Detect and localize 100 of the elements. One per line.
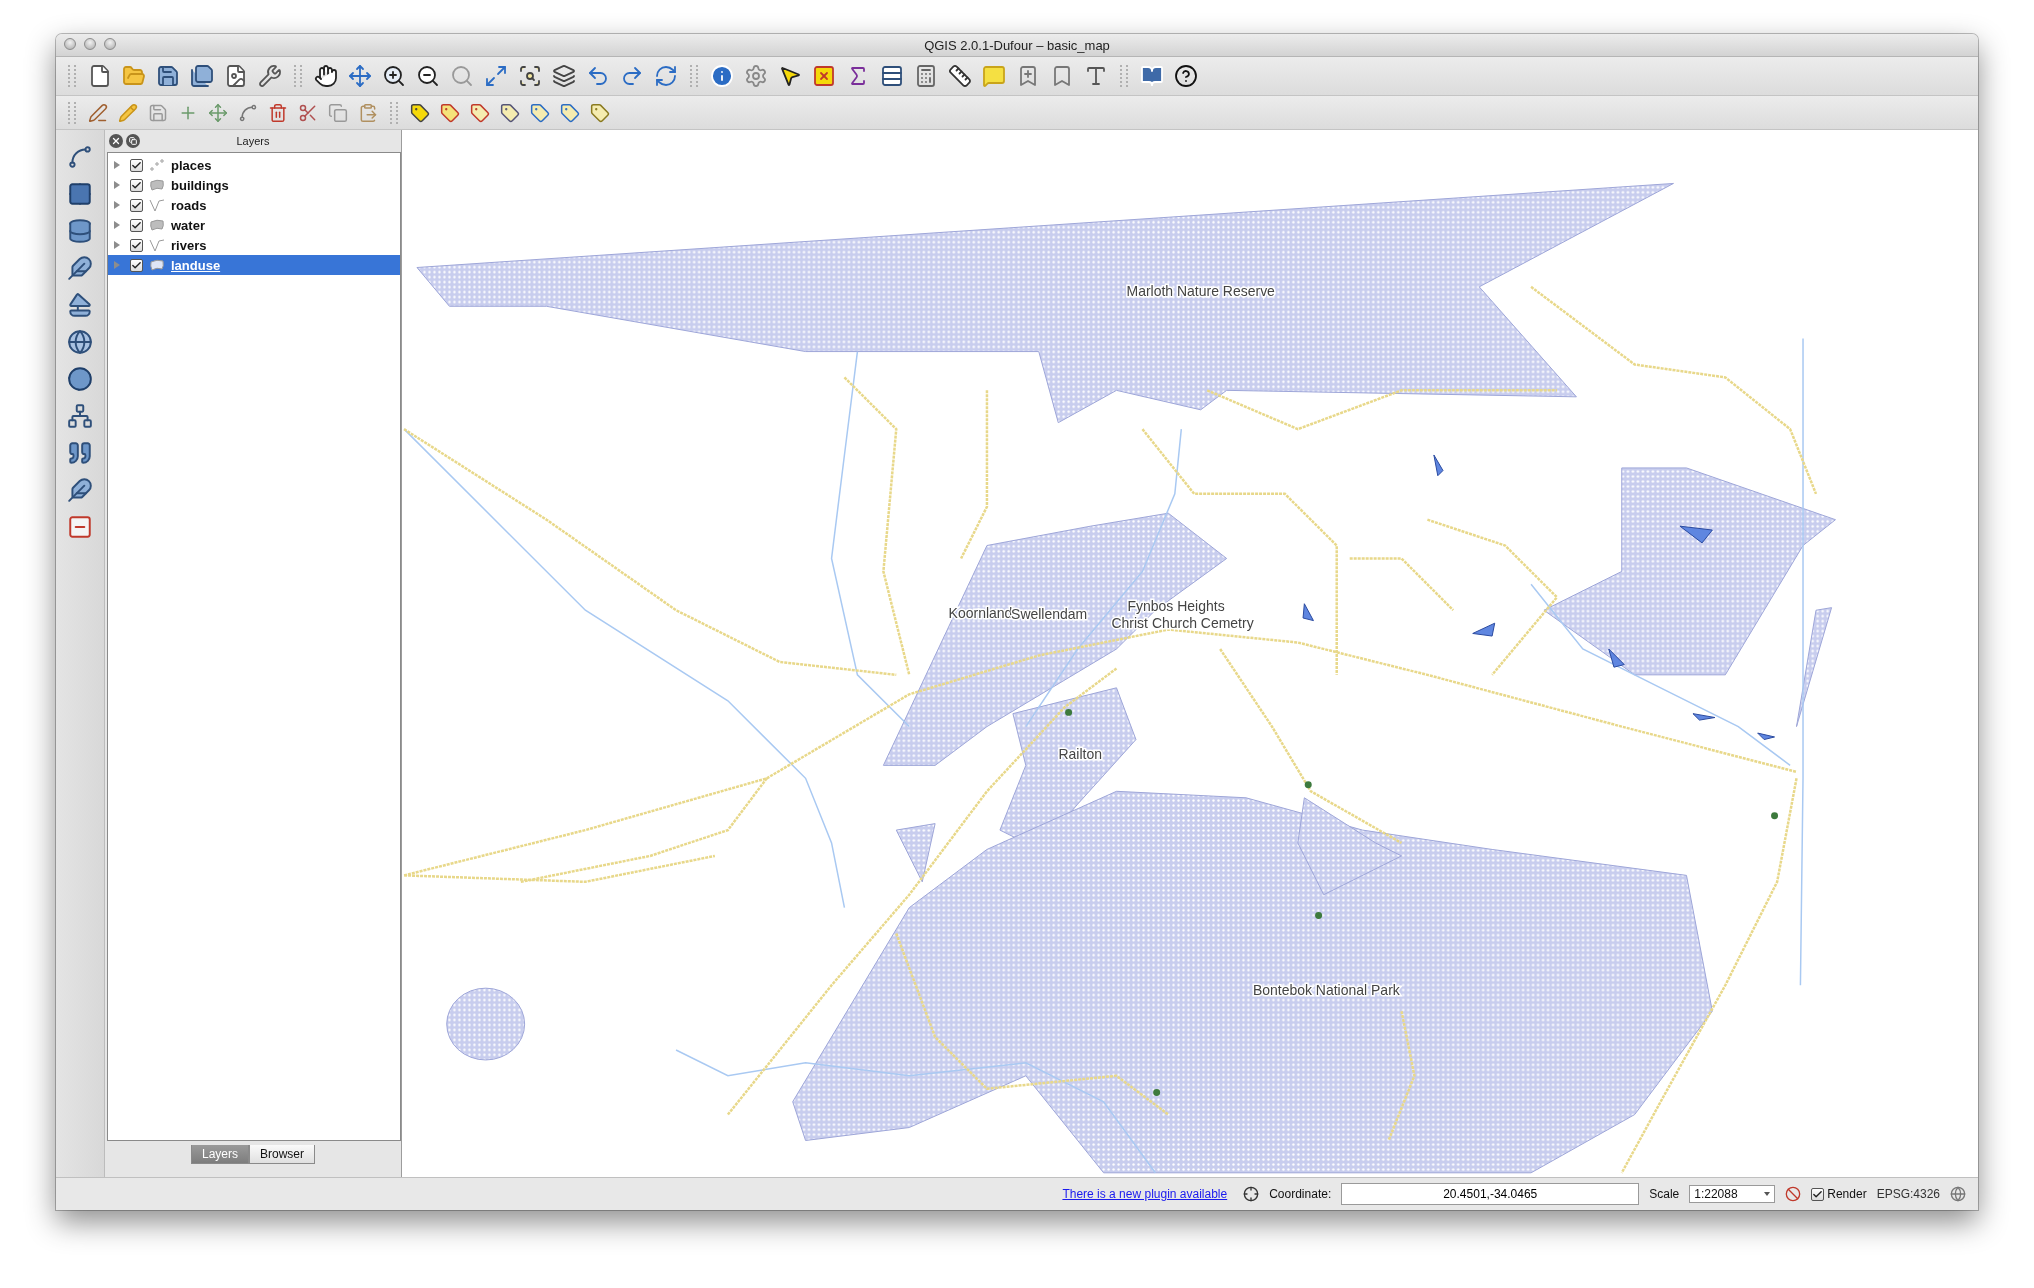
layer-name: water	[171, 217, 205, 233]
label-tag-icon[interactable]	[590, 102, 610, 123]
layer-checkbox[interactable]	[130, 178, 143, 192]
float-button[interactable]	[126, 134, 140, 148]
layer-checkbox[interactable]	[130, 258, 143, 272]
paste-icon[interactable]	[358, 102, 378, 123]
render-checkbox[interactable]	[1811, 1187, 1825, 1201]
label-tag-icon[interactable]	[530, 102, 550, 123]
layer-name: places	[171, 157, 212, 173]
label-tag-icon[interactable]	[440, 102, 460, 123]
ruler-icon[interactable]	[948, 64, 972, 88]
expand-arrow-icon[interactable]	[114, 201, 120, 209]
panel-title: Layers	[235, 135, 271, 147]
plugin-link[interactable]: There is a new plugin available	[1062, 1187, 1228, 1201]
toolbar-grip[interactable]	[68, 65, 76, 87]
sail-icon[interactable]	[67, 292, 93, 318]
page-icon[interactable]	[224, 64, 248, 88]
label-tag-icon[interactable]	[470, 102, 490, 123]
layer-row[interactable]: roads	[108, 195, 400, 215]
layer-name: landuse	[171, 257, 221, 273]
expand-arrow-icon[interactable]	[114, 161, 120, 169]
zoom-in-icon[interactable]	[382, 64, 406, 88]
window-title: QGIS 2.0.1-Dufour – basic_map	[924, 37, 1110, 53]
label-tag-icon[interactable]	[410, 102, 430, 123]
toolbar-grip[interactable]	[294, 65, 302, 87]
zoom-full-icon[interactable]	[484, 64, 508, 88]
node-tool-icon[interactable]	[238, 102, 258, 123]
place-label: Railton	[1058, 745, 1102, 762]
wrench-icon[interactable]	[258, 64, 282, 88]
expand-arrow-icon[interactable]	[114, 181, 120, 189]
feather-icon[interactable]	[67, 477, 93, 503]
zoom-light[interactable]	[104, 38, 116, 50]
layer-checkbox[interactable]	[130, 218, 143, 232]
minimize-light[interactable]	[84, 38, 96, 50]
help-book-icon[interactable]	[1140, 64, 1164, 88]
remove-layer-icon[interactable]	[67, 514, 93, 540]
move-feature-icon[interactable]	[208, 102, 228, 123]
save-icon[interactable]	[156, 64, 180, 88]
polygon-icon	[149, 218, 165, 232]
label-tag-icon[interactable]	[560, 102, 580, 123]
layer-checkbox[interactable]	[130, 238, 143, 252]
copy-icon[interactable]	[328, 102, 348, 123]
toolbar-grip[interactable]	[1120, 65, 1128, 87]
layer-row[interactable]: buildings	[108, 175, 400, 195]
expand-arrow-icon[interactable]	[114, 221, 120, 229]
magnifier-icon[interactable]	[450, 64, 474, 88]
close-light[interactable]	[64, 38, 76, 50]
gear-icon[interactable]	[744, 64, 768, 88]
zoom-out-icon[interactable]	[416, 64, 440, 88]
layer-row[interactable]: rivers	[108, 235, 400, 255]
place-label: Christ Church Cemetry	[1111, 615, 1254, 632]
help-icon[interactable]	[1174, 64, 1198, 88]
layer-checkbox[interactable]	[130, 158, 143, 172]
scale-dropdown[interactable]: 1:22088	[1689, 1185, 1776, 1203]
database-icon[interactable]	[67, 218, 93, 244]
edit-pencil-icon[interactable]	[88, 102, 108, 123]
pan-icon[interactable]	[314, 64, 338, 88]
coordinate-toggle-icon[interactable]	[1243, 1186, 1260, 1202]
place-label: Marloth Nature Reserve	[1126, 282, 1275, 299]
layer-row[interactable]: places	[108, 155, 400, 175]
close-button[interactable]	[109, 134, 123, 148]
text-annotation-icon[interactable]	[1084, 64, 1108, 88]
layer-name: rivers	[171, 237, 207, 253]
refresh-icon[interactable]	[654, 64, 678, 88]
deselect-icon[interactable]	[812, 64, 836, 88]
toolbar-grip[interactable]	[68, 101, 76, 124]
grid-icon[interactable]	[67, 181, 93, 207]
toolbar-grip[interactable]	[390, 101, 398, 124]
identify-icon[interactable]	[710, 64, 734, 88]
layer-row[interactable]: water	[108, 215, 400, 235]
polygon-icon	[149, 258, 165, 272]
scale-lock-icon[interactable]	[1785, 1186, 1802, 1202]
place-label: Swellendam	[1011, 606, 1088, 623]
layer-name: buildings	[171, 177, 229, 193]
layer-row[interactable]: landuse	[108, 255, 400, 275]
calculator-icon[interactable]	[914, 64, 938, 88]
render-label: Render	[1827, 1187, 1867, 1201]
place-label: Koornland	[948, 604, 1013, 621]
feather-icon[interactable]	[67, 255, 93, 281]
select-pointer-icon[interactable]	[778, 64, 802, 88]
place-label: Fynbos Heights	[1127, 598, 1225, 615]
new-file-icon[interactable]	[88, 64, 112, 88]
line-icon	[149, 238, 165, 252]
save-edits-icon[interactable]	[148, 102, 168, 123]
crs-label[interactable]: EPSG:4326	[1876, 1187, 1940, 1201]
coordinate-field[interactable]: 20.4501,-34.0465	[1341, 1183, 1640, 1205]
vertex-line-icon[interactable]	[67, 144, 93, 170]
label-tag-icon[interactable]	[500, 102, 520, 123]
toolbar-grip[interactable]	[690, 65, 698, 87]
layer-name: roads	[171, 197, 207, 213]
zoom-selection-icon[interactable]	[518, 64, 542, 88]
table-icon[interactable]	[880, 64, 904, 88]
line-icon	[149, 198, 165, 212]
panel-tab[interactable]: Browser	[249, 1145, 315, 1164]
layer-checkbox[interactable]	[130, 198, 143, 212]
cut-icon[interactable]	[298, 102, 318, 123]
expand-arrow-icon[interactable]	[114, 241, 120, 249]
delete-icon[interactable]	[268, 102, 288, 123]
place-label: Bontebok National Park	[1252, 982, 1400, 999]
move-arrows-icon[interactable]	[348, 64, 372, 88]
